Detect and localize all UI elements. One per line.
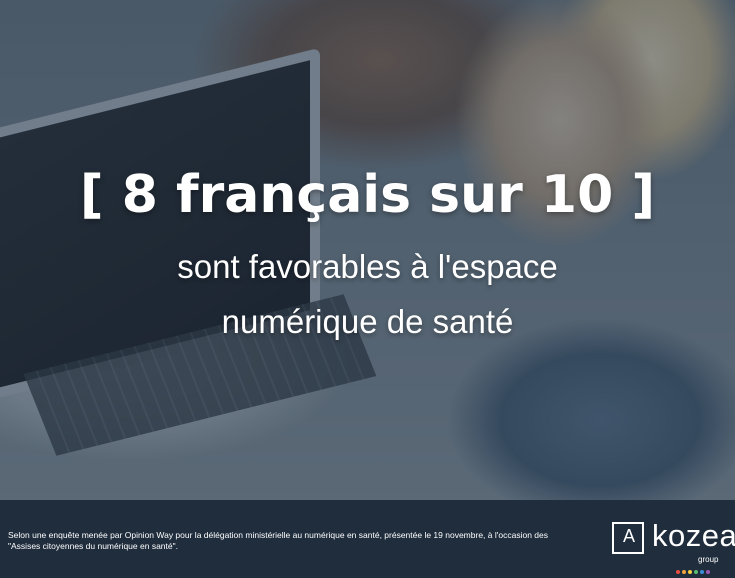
- footnote-line-2: "Assises citoyennes du numérique en sant…: [8, 541, 178, 551]
- logo-dot: [688, 570, 692, 574]
- logo-dot: [700, 570, 704, 574]
- kozea-logo: A kozea group: [612, 518, 735, 574]
- logo-dot: [706, 570, 710, 574]
- logo-bracket-icon: A: [612, 522, 644, 554]
- logo-dot: [694, 570, 698, 574]
- headline-statistic: [ 8 français sur 10 ]: [79, 165, 656, 225]
- logo-tagline: group: [698, 555, 719, 564]
- subline-first: sont favorables à l'espace: [177, 248, 558, 285]
- logo-dot: [682, 570, 686, 574]
- footnote-line-1: Selon une enquête menée par Opinion Way …: [8, 530, 548, 540]
- source-footnote: Selon une enquête menée par Opinion Way …: [8, 530, 588, 552]
- logo-dot: [676, 570, 680, 574]
- logo-letter: A: [622, 526, 635, 546]
- hero-photo: [ 8 français sur 10 ] sont favorables à …: [0, 0, 735, 500]
- logo-wordmark: kozea: [652, 518, 735, 553]
- subline-second: numérique de santé: [221, 303, 514, 340]
- footer-bar: Selon une enquête menée par Opinion Way …: [0, 500, 735, 578]
